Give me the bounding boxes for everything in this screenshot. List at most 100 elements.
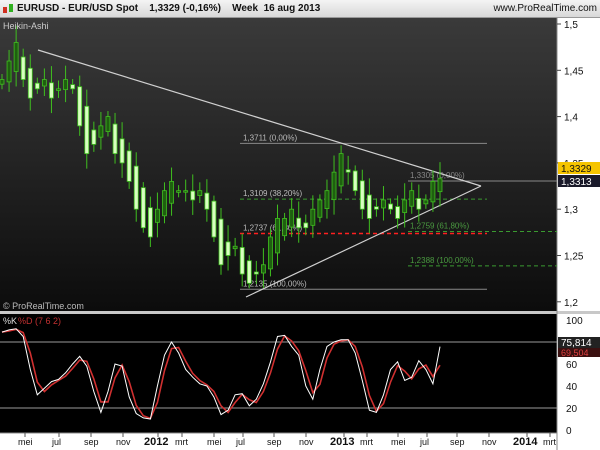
- candle: [27, 67, 33, 99]
- stoch-tick-label: 100: [566, 316, 583, 327]
- candle: [416, 198, 422, 210]
- candle: [324, 190, 330, 210]
- candle: [310, 208, 316, 226]
- date-label: sep: [450, 437, 465, 447]
- candle: [409, 190, 415, 207]
- candle: [84, 105, 90, 155]
- price-tick-label: 1,2: [564, 298, 578, 309]
- candle: [331, 171, 337, 201]
- date-label: sep: [84, 437, 99, 447]
- candle: [402, 199, 408, 213]
- candle: [147, 207, 153, 238]
- stoch-tick-label: 40: [566, 382, 578, 393]
- price-tick-label: 1,25: [564, 252, 584, 263]
- stoch-d-label: %D (7 6 2): [18, 316, 61, 326]
- date-label: nov: [116, 437, 131, 447]
- candle: [77, 86, 83, 127]
- date-label: mei: [18, 437, 33, 447]
- panel-divider[interactable]: [0, 311, 600, 314]
- candle: [126, 150, 132, 182]
- candle: [98, 125, 104, 138]
- candle: [63, 79, 68, 91]
- candle: [388, 203, 393, 210]
- candle: [345, 169, 351, 173]
- candle: [140, 187, 146, 229]
- price-tick-label: 1,5: [564, 20, 578, 31]
- candle: [275, 218, 280, 254]
- candle: [260, 264, 266, 274]
- date-label: jul: [235, 437, 245, 447]
- candle: [119, 138, 125, 164]
- price-panel[interactable]: [0, 18, 557, 311]
- candle: [211, 200, 217, 238]
- watermark: © ProRealTime.com: [3, 301, 84, 311]
- candle: [133, 165, 139, 210]
- candle: [190, 190, 196, 201]
- date-label: mei: [391, 437, 406, 447]
- candle: [225, 241, 231, 256]
- stoch-tick-label: 60: [566, 360, 578, 371]
- price-tick-label: 1,4: [564, 113, 578, 124]
- candle: [239, 247, 245, 275]
- candle: [317, 199, 323, 218]
- stoch-k-label: %K: [3, 316, 17, 326]
- date-label: mrt: [543, 437, 556, 447]
- date-label: 2014: [513, 436, 538, 448]
- candle: [6, 60, 12, 83]
- candle: [20, 56, 26, 80]
- candle: [112, 123, 118, 155]
- candle: [91, 129, 97, 145]
- candle: [204, 192, 210, 210]
- candle: [374, 206, 379, 210]
- candle: [430, 181, 436, 203]
- chart-area[interactable]: 1,3711 (0,00%)1,3109 (38,20%)1,2737 (61,…: [0, 0, 600, 450]
- candle: [162, 190, 167, 217]
- date-label: jul: [51, 437, 61, 447]
- fib-label: 1,3711 (0,00%): [243, 133, 297, 142]
- stoch-tick-label: 20: [566, 404, 578, 415]
- candle: [105, 116, 111, 132]
- candle: [13, 42, 19, 72]
- candle: [381, 199, 386, 209]
- last-price-value: 1,3329: [561, 164, 592, 175]
- fib-label: 1,3109 (38,20%): [243, 189, 302, 198]
- date-label: 2012: [144, 436, 168, 448]
- candle: [352, 170, 358, 192]
- date-label: mrt: [360, 437, 373, 447]
- date-label: sep: [267, 437, 282, 447]
- candle: [338, 153, 344, 187]
- candle: [41, 79, 47, 87]
- fib-label: 1,2388 (100,00%): [410, 256, 474, 265]
- candle: [232, 245, 238, 250]
- candle: [359, 180, 365, 210]
- second-price-value: 1,3313: [561, 177, 592, 188]
- candle: [218, 218, 224, 266]
- candle: [423, 199, 429, 205]
- candle: [155, 208, 160, 223]
- price-tick-label: 1,45: [564, 66, 584, 77]
- candle: [246, 260, 252, 284]
- fib-label: 1,2759 (61,80%): [410, 222, 469, 231]
- candle: [282, 218, 287, 237]
- price-tick-label: 1,3: [564, 205, 578, 216]
- date-label: nov: [482, 437, 497, 447]
- candle: [303, 222, 309, 229]
- candle: [197, 190, 203, 196]
- candle: [34, 82, 40, 90]
- stochastic-panel[interactable]: [0, 314, 557, 433]
- stoch-d-value: 69,504: [561, 348, 589, 358]
- stoch-tick-label: 0: [566, 426, 572, 437]
- date-label: 2013: [330, 436, 354, 448]
- candle: [253, 271, 259, 275]
- candle: [56, 88, 61, 91]
- indicator-label: Heikin-Ashi: [3, 21, 49, 31]
- candle: [289, 208, 295, 228]
- candle: [395, 206, 401, 219]
- candle: [268, 236, 273, 270]
- date-label: mrt: [175, 437, 188, 447]
- date-label: nov: [299, 437, 314, 447]
- candle: [70, 84, 76, 90]
- candle: [366, 194, 372, 219]
- candle: [296, 217, 302, 229]
- date-label: jul: [419, 437, 429, 447]
